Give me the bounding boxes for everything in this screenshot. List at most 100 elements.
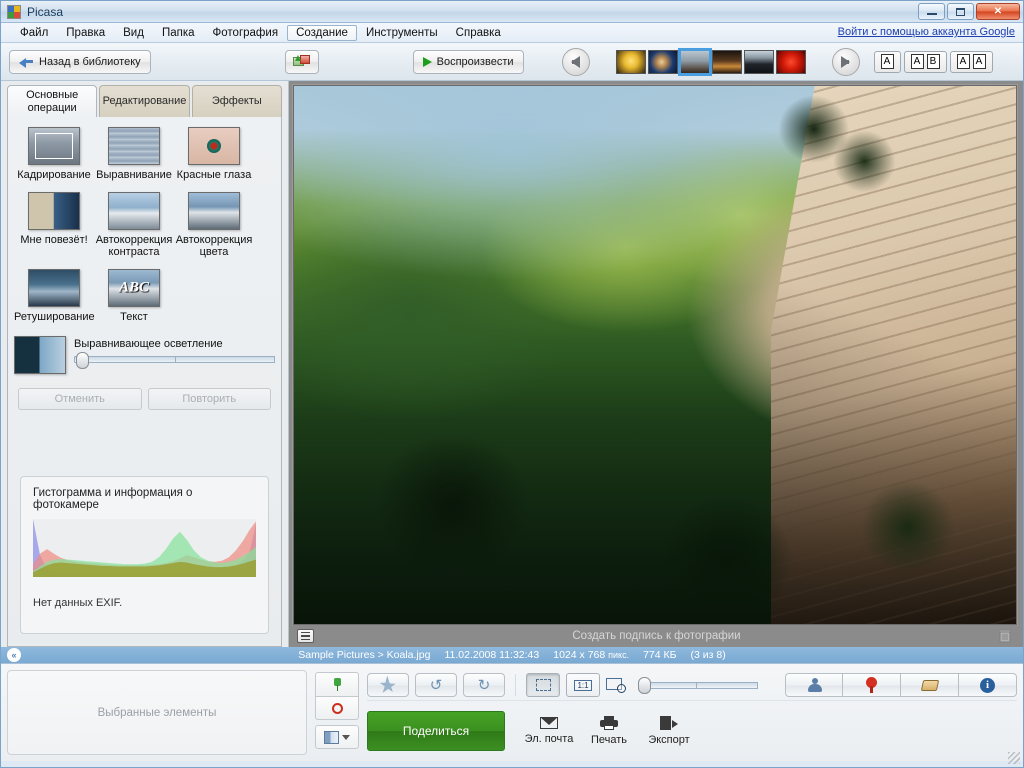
play-slideshow-button[interactable]: Воспроизвести (413, 50, 524, 74)
close-button[interactable]: ✕ (976, 3, 1020, 20)
side-by-side-view-button[interactable]: A A (950, 51, 993, 73)
tool-straighten[interactable]: Выравнивание (94, 127, 174, 182)
maximize-button[interactable] (947, 3, 974, 20)
properties-button[interactable]: i (959, 673, 1017, 697)
retouch-icon (28, 269, 80, 307)
arrow-left-icon (571, 56, 580, 68)
actual-size-button[interactable]: 1:1 (566, 673, 600, 697)
status-datetime: 11.02.2008 11:32:43 (444, 649, 539, 661)
bottom-right-panel: ↺ ↻ 1:1 i (367, 670, 1017, 755)
album-icon (324, 731, 339, 744)
export-action[interactable]: Экспорт (639, 716, 699, 746)
menu-photo[interactable]: Фотография (204, 25, 288, 41)
next-photo-button[interactable] (832, 48, 860, 76)
picasa-window: Picasa ✕ Файл Правка Вид Папка Фотографи… (0, 0, 1024, 768)
tool-auto-contrast[interactable]: Автокоррекция контраста (94, 192, 174, 259)
email-action[interactable]: Эл. почта (519, 717, 579, 745)
info-icon: i (980, 678, 995, 693)
resize-grip-icon[interactable] (1008, 752, 1020, 764)
auto-contrast-icon (108, 192, 160, 230)
status-dimensions-value: 1024 x 768 (553, 649, 605, 661)
menu-view[interactable]: Вид (114, 25, 153, 41)
print-label: Печать (591, 734, 627, 746)
tab-effects[interactable]: Эффекты (192, 85, 282, 117)
tags-button[interactable] (901, 673, 959, 697)
fill-light-slider[interactable] (74, 353, 275, 365)
filmstrip (616, 50, 806, 74)
exif-info-text: Нет данных EXIF. (33, 597, 256, 609)
previous-photo-button[interactable] (562, 48, 590, 76)
collapse-panel-icon[interactable]: « (7, 648, 21, 662)
caption-menu-icon[interactable] (297, 629, 314, 643)
thumb-blue-hills[interactable] (648, 50, 678, 74)
crop-icon (28, 127, 80, 165)
tool-crop[interactable]: Кадрирование (14, 127, 94, 182)
import-photos-icon (293, 55, 311, 69)
print-icon (600, 716, 618, 730)
photo-frame[interactable] (293, 85, 1017, 625)
back-to-library-button[interactable]: Назад в библиотеку (9, 50, 151, 74)
share-button[interactable]: Поделиться (367, 711, 505, 751)
chevron-down-icon (342, 735, 350, 740)
minimize-button[interactable] (918, 3, 945, 20)
slider-rail (638, 682, 758, 689)
rotate-left-button[interactable]: ↺ (415, 673, 457, 697)
tool-text[interactable]: Текст (94, 269, 174, 324)
photo-image (294, 86, 1016, 624)
selection-tray[interactable]: Выбранные элементы (7, 670, 307, 755)
text-icon (108, 269, 160, 307)
zoom-slider[interactable] (638, 675, 758, 695)
undo-button[interactable]: Отменить (18, 388, 142, 410)
thumb-penguins[interactable] (744, 50, 774, 74)
pin-button[interactable] (315, 672, 359, 696)
star-button[interactable] (367, 673, 409, 697)
trash-icon[interactable] (999, 629, 1011, 643)
compare-two-view-button[interactable]: A B (904, 51, 947, 73)
menu-folder[interactable]: Папка (153, 25, 204, 41)
tag-icon (920, 680, 938, 691)
thumb-red-flower[interactable] (776, 50, 806, 74)
google-signin-link[interactable]: Войти с помощью аккаунта Google (838, 26, 1015, 38)
menu-edit[interactable]: Правка (57, 25, 114, 41)
tab-basic-fixes[interactable]: Основные операции (7, 85, 97, 117)
tool-label: Ретуширование (14, 311, 94, 324)
rotate-right-button[interactable]: ↻ (463, 673, 505, 697)
single-view-button[interactable]: A (874, 51, 901, 73)
magnify-photo-icon[interactable] (606, 678, 626, 693)
places-button[interactable] (843, 673, 901, 697)
menu-help[interactable]: Справка (447, 25, 510, 41)
photo-actions-row: ↺ ↻ 1:1 i (367, 670, 1017, 700)
tool-label: Мне повезёт! (14, 234, 94, 247)
right-button-group: i (785, 673, 1017, 697)
thumb-sunset[interactable] (712, 50, 742, 74)
view-letter: A (973, 54, 986, 69)
tab-tuning[interactable]: Редактирование (99, 85, 189, 117)
view-mode-group: A A B A A (874, 51, 993, 73)
menu-tools[interactable]: Инструменты (357, 25, 447, 41)
people-button[interactable] (785, 673, 843, 697)
album-dropdown-button[interactable] (315, 725, 359, 749)
redo-button[interactable]: Повторить (148, 388, 272, 410)
import-photos-button[interactable] (285, 50, 319, 74)
thumb-koala[interactable] (680, 50, 710, 74)
clear-selection-button[interactable] (315, 696, 359, 720)
menu-create[interactable]: Создание (287, 25, 357, 41)
zoom-slider-knob[interactable] (638, 677, 651, 694)
histogram-title: Гистограмма и информация о фотокамере (33, 487, 256, 511)
play-icon (423, 57, 432, 67)
histogram-chart (33, 519, 256, 577)
fill-light-knob[interactable] (76, 352, 89, 369)
caption-placeholder[interactable]: Создать подпись к фотографии (314, 630, 999, 642)
tool-retouch[interactable]: Ретуширование (14, 269, 94, 324)
rotate-right-icon: ↻ (478, 678, 491, 693)
view-letter: A (881, 54, 894, 69)
print-action[interactable]: Печать (579, 716, 639, 746)
thumb-flowers[interactable] (616, 50, 646, 74)
fit-to-window-button[interactable] (526, 673, 560, 697)
tool-im-feeling-lucky[interactable]: Мне повезёт! (14, 192, 94, 259)
tool-label: Текст (94, 311, 174, 324)
menu-file[interactable]: Файл (11, 25, 57, 41)
tool-auto-color[interactable]: Автокоррекция цвета (174, 192, 254, 259)
tool-redeye[interactable]: Красные глаза (174, 127, 254, 182)
undo-redo-row: Отменить Повторить (18, 388, 271, 410)
